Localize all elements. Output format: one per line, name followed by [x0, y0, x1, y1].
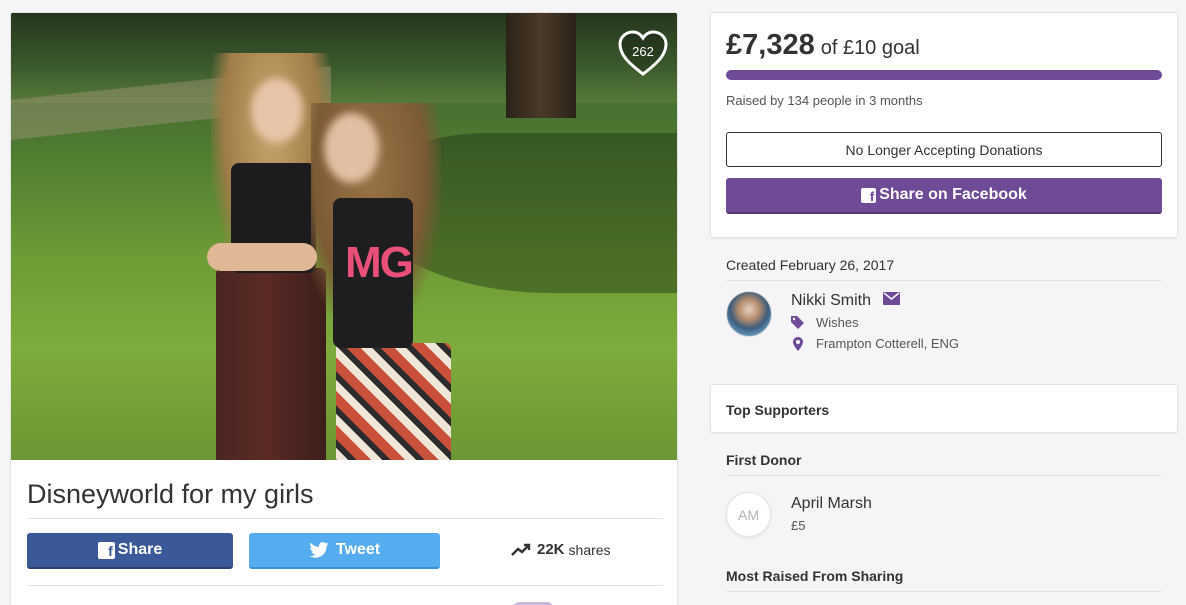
campaign-photo[interactable]: MG 262 — [11, 13, 677, 460]
tweet-button[interactable]: Tweet — [249, 533, 440, 569]
shares-number: 22K — [537, 541, 565, 558]
donor-avatar: AM — [726, 492, 771, 537]
raised-by-text: Raised by 134 people in 3 months — [726, 93, 923, 108]
share-on-facebook-button[interactable]: f Share on Facebook — [726, 178, 1162, 214]
share-on-facebook-label: Share on Facebook — [879, 186, 1027, 203]
donation-card: £7,328 of £10 goal Raised by 134 people … — [710, 12, 1178, 238]
shares-label: shares — [568, 541, 611, 558]
facebook-icon: f — [861, 187, 877, 204]
raised-amount: £7,328 — [726, 29, 815, 61]
campaign-card: MG 262 Disneyworld for my girls f Share … — [10, 12, 678, 605]
facebook-icon: f — [97, 541, 115, 559]
location-label: Frampton Cotterell, ENG — [816, 336, 960, 351]
organizer-category: Wishes — [791, 315, 859, 330]
photo-figure-legs — [336, 343, 451, 460]
share-facebook-button[interactable]: f Share — [27, 533, 233, 569]
donor-amount: £5 — [791, 518, 806, 533]
first-donor-label: First Donor — [726, 452, 802, 468]
divider — [726, 280, 1162, 281]
no-longer-accepting-button[interactable]: No Longer Accepting Donations — [726, 132, 1162, 167]
organizer-location: Frampton Cotterell, ENG — [791, 336, 959, 351]
category-label[interactable]: Wishes — [816, 315, 859, 330]
created-date: Created February 26, 2017 — [726, 257, 895, 273]
tweet-label: Tweet — [335, 541, 381, 558]
divider — [27, 585, 663, 586]
photo-figure-arm — [207, 243, 317, 271]
organizer-name[interactable]: Nikki Smith — [791, 292, 871, 310]
most-raised-label: Most Raised From Sharing — [726, 568, 904, 584]
divider — [27, 518, 663, 519]
twitter-icon — [309, 542, 329, 558]
progress-fill — [726, 70, 1162, 80]
shares-count: 22K shares — [511, 541, 611, 558]
progress-bar — [726, 70, 1162, 80]
campaign-title: Disneyworld for my girls — [27, 479, 314, 509]
photo-shirt-print: MG — [345, 238, 414, 287]
organizer-avatar[interactable] — [726, 291, 772, 337]
photo-figure-face — [251, 78, 303, 143]
organizer: Nikki Smith — [791, 292, 901, 310]
location-pin-icon — [791, 336, 804, 351]
photo-figure-legs — [216, 268, 326, 460]
raised-summary: £7,328 of £10 goal — [726, 29, 920, 62]
goal-text: of £10 goal — [820, 37, 920, 59]
top-supporters-title: Top Supporters — [726, 402, 830, 418]
trending-icon — [511, 543, 531, 556]
heart-button[interactable]: 262 — [617, 29, 669, 79]
donor-name: April Marsh — [791, 495, 872, 512]
top-supporters-card: Top Supporters — [710, 384, 1178, 433]
tag-icon — [791, 316, 804, 329]
photo-figure-face — [324, 113, 379, 183]
share-facebook-label: Share — [117, 541, 163, 558]
envelope-icon[interactable] — [883, 292, 901, 310]
divider — [726, 591, 1162, 592]
heart-count: 262 — [632, 44, 654, 59]
photo-tree-trunk — [506, 13, 576, 118]
divider — [726, 475, 1162, 476]
